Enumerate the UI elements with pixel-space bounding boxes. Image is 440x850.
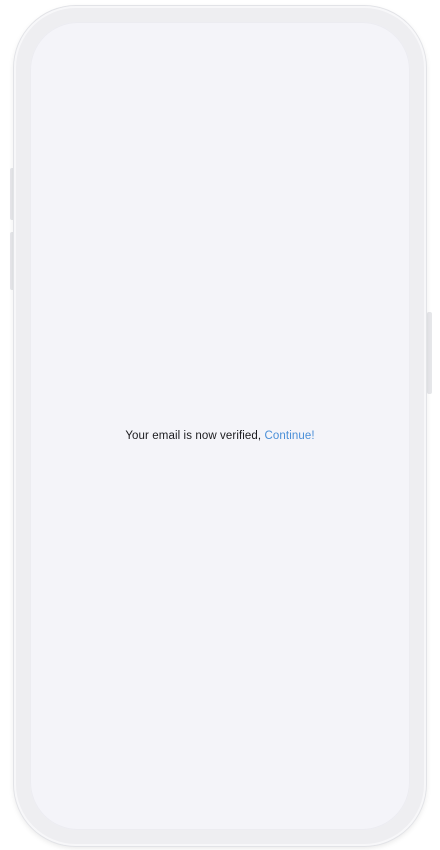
power-button (427, 312, 432, 394)
verification-text: Your email is now verified, (125, 430, 262, 442)
continue-link[interactable]: Continue! (265, 430, 315, 442)
phone-frame: Your email is now verified, Continue! (14, 6, 426, 846)
phone-screen: Your email is now verified, Continue! (30, 22, 410, 830)
device-mockup: Your email is now verified, Continue! (0, 0, 440, 850)
verification-message: Your email is now verified, Continue! (30, 430, 410, 442)
